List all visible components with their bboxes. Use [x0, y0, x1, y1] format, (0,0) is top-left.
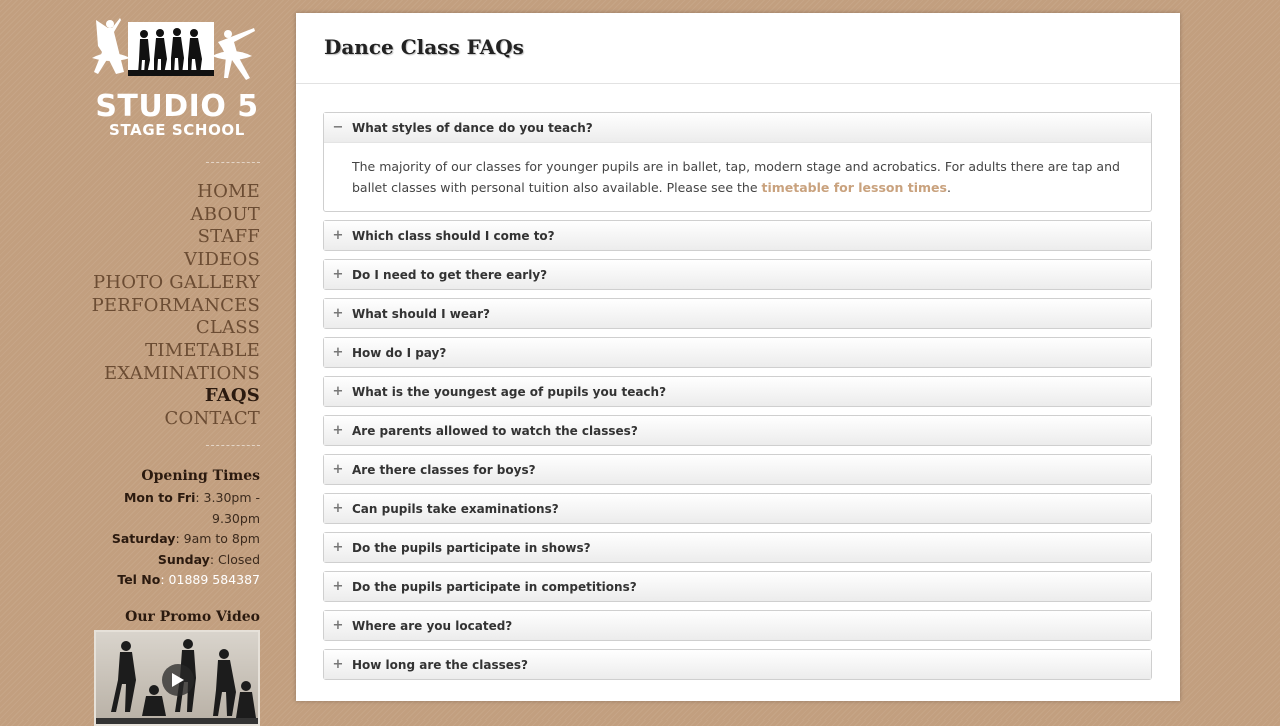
- nav-videos[interactable]: VIDEOS: [90, 249, 260, 272]
- opening-times-title: Opening Times: [141, 467, 260, 484]
- main-nav: HOME ABOUT STAFF VIDEOS PHOTO GALLERY PE…: [90, 181, 260, 431]
- nav-contact[interactable]: CONTACT: [90, 408, 260, 431]
- faq-item: + Are parents allowed to watch the classe…: [323, 415, 1152, 446]
- dancers-silhouette-icon: [92, 18, 255, 80]
- faq-question-toggle[interactable]: − What styles of dance do you teach?: [324, 113, 1151, 143]
- logo-subtitle: STAGE SCHOOL: [109, 121, 245, 139]
- faq-answer-end: .: [946, 180, 951, 195]
- faq-question-toggle[interactable]: + Which class should I come to?: [324, 221, 1151, 250]
- sunday-hours: : Closed: [209, 551, 260, 567]
- faq-question-toggle[interactable]: + Can pupils take examinations?: [324, 494, 1151, 523]
- opening-times: Opening Times Mon to Fri: 3.30pm - 9.30p…: [90, 466, 260, 591]
- expand-icon: +: [332, 384, 344, 399]
- play-button[interactable]: [162, 663, 194, 696]
- faq-question: How long are the classes?: [352, 657, 528, 672]
- faq-question: Which class should I come to?: [352, 228, 555, 243]
- expand-icon: +: [332, 501, 344, 516]
- faq-item: + Where are you located?: [323, 610, 1152, 641]
- faq-question: Are parents allowed to watch the classes…: [352, 423, 638, 438]
- faq-item: + Are there classes for boys?: [323, 454, 1152, 485]
- promo-video-title: Our Promo Video: [125, 608, 260, 625]
- faq-question: What styles of dance do you teach?: [352, 120, 593, 135]
- nav-photo-gallery[interactable]: PHOTO GALLERY: [90, 272, 260, 295]
- expand-icon: +: [332, 462, 344, 477]
- faq-question: Do I need to get there early?: [352, 267, 548, 282]
- tel-label: Tel No: [117, 572, 161, 588]
- faq-item: + What is the youngest age of pupils you …: [323, 376, 1152, 407]
- faq-question: How do I pay?: [352, 345, 447, 360]
- video-progress-bar[interactable]: [96, 717, 258, 724]
- expand-icon: +: [332, 579, 344, 594]
- faq-question-toggle[interactable]: + How long are the classes?: [324, 650, 1151, 679]
- timetable-link[interactable]: timetable for lesson times: [762, 180, 947, 195]
- nav-performances[interactable]: PERFORMANCES: [90, 295, 260, 318]
- faq-item: + How long are the classes?: [323, 649, 1152, 680]
- faq-question-toggle[interactable]: + Are there classes for boys?: [324, 455, 1151, 484]
- weekdays-hours: : 3.30pm - 9.30pm: [195, 490, 260, 526]
- faq-question-toggle[interactable]: + Do I need to get there early?: [324, 260, 1151, 289]
- faq-question: Can pupils take examinations?: [352, 501, 559, 516]
- faq-question: What is the youngest age of pupils you t…: [352, 384, 667, 399]
- divider: [206, 444, 260, 446]
- expand-icon: +: [332, 657, 344, 672]
- nav-class-timetable[interactable]: CLASS TIMETABLE: [90, 317, 260, 362]
- nav-faqs[interactable]: FAQS: [90, 385, 260, 408]
- faq-question: Where are you located?: [352, 618, 513, 633]
- faq-question-toggle[interactable]: + Do the pupils participate in shows?: [324, 533, 1151, 562]
- faq-item: − What styles of dance do you teach? The…: [323, 112, 1152, 212]
- faq-question-toggle[interactable]: + Are parents allowed to watch the classe…: [324, 416, 1151, 445]
- faq-question-toggle[interactable]: + How do I pay?: [324, 338, 1151, 367]
- studio-5-logo[interactable]: STUDIO 5 STAGE SCHOOL: [90, 12, 260, 138]
- faq-item: + Do I need to get there early?: [323, 259, 1152, 290]
- panel-header: Dance Class FAQs: [296, 13, 1180, 84]
- faq-question: Do the pupils participate in shows?: [352, 540, 591, 555]
- faq-item: + What should I wear?: [323, 298, 1152, 329]
- faq-item: + Do the pupils participate in shows?: [323, 532, 1152, 563]
- weekdays-label: Mon to Fri: [123, 490, 196, 506]
- faq-item: + Do the pupils participate in competitio…: [323, 571, 1152, 602]
- faq-item: + Which class should I come to?: [323, 220, 1152, 251]
- faq-question-toggle[interactable]: + Do the pupils participate in competitio…: [324, 572, 1151, 601]
- faq-question-toggle[interactable]: + Where are you located?: [324, 611, 1151, 640]
- saturday-hours: : 9am to 8pm: [175, 531, 260, 547]
- collapse-icon: −: [332, 120, 344, 135]
- faq-question-toggle[interactable]: + What should I wear?: [324, 299, 1151, 328]
- divider: [206, 162, 260, 163]
- content-panel: Dance Class FAQs − What styles of dance …: [296, 13, 1180, 701]
- nav-about[interactable]: ABOUT: [90, 204, 260, 227]
- nav-staff[interactable]: STAFF: [90, 226, 260, 249]
- nav-home[interactable]: HOME: [90, 181, 260, 204]
- page-title: Dance Class FAQs: [324, 35, 524, 59]
- expand-icon: +: [332, 228, 344, 243]
- faq-answer: The majority of our classes for younger …: [324, 143, 1151, 211]
- faq-question: What should I wear?: [352, 306, 490, 321]
- expand-icon: +: [332, 306, 344, 321]
- faq-question: Are there classes for boys?: [352, 462, 536, 477]
- faq-question: Do the pupils participate in competition…: [352, 579, 637, 594]
- tel-number: : 01889 584387: [160, 572, 260, 588]
- expand-icon: +: [332, 618, 344, 633]
- faq-answer-text: The majority of our classes for younger …: [352, 159, 1120, 195]
- expand-icon: +: [332, 423, 344, 438]
- saturday-label: Saturday: [111, 531, 176, 547]
- faq-question-toggle[interactable]: + What is the youngest age of pupils you …: [324, 377, 1151, 406]
- expand-icon: +: [332, 345, 344, 360]
- faq-item: + Can pupils take examinations?: [323, 493, 1152, 524]
- sunday-label: Sunday: [157, 551, 210, 567]
- expand-icon: +: [332, 540, 344, 555]
- sidebar: STUDIO 5 STAGE SCHOOL HOME ABOUT STAFF V…: [90, 12, 260, 726]
- faq-item: + How do I pay?: [323, 337, 1152, 368]
- faq-accordion: − What styles of dance do you teach? The…: [323, 112, 1152, 688]
- nav-examinations[interactable]: EXAMINATIONS: [90, 363, 260, 386]
- logo-title: STUDIO 5: [95, 89, 259, 124]
- play-icon: [172, 672, 184, 687]
- promo-video-player[interactable]: [94, 629, 260, 726]
- expand-icon: +: [332, 267, 344, 282]
